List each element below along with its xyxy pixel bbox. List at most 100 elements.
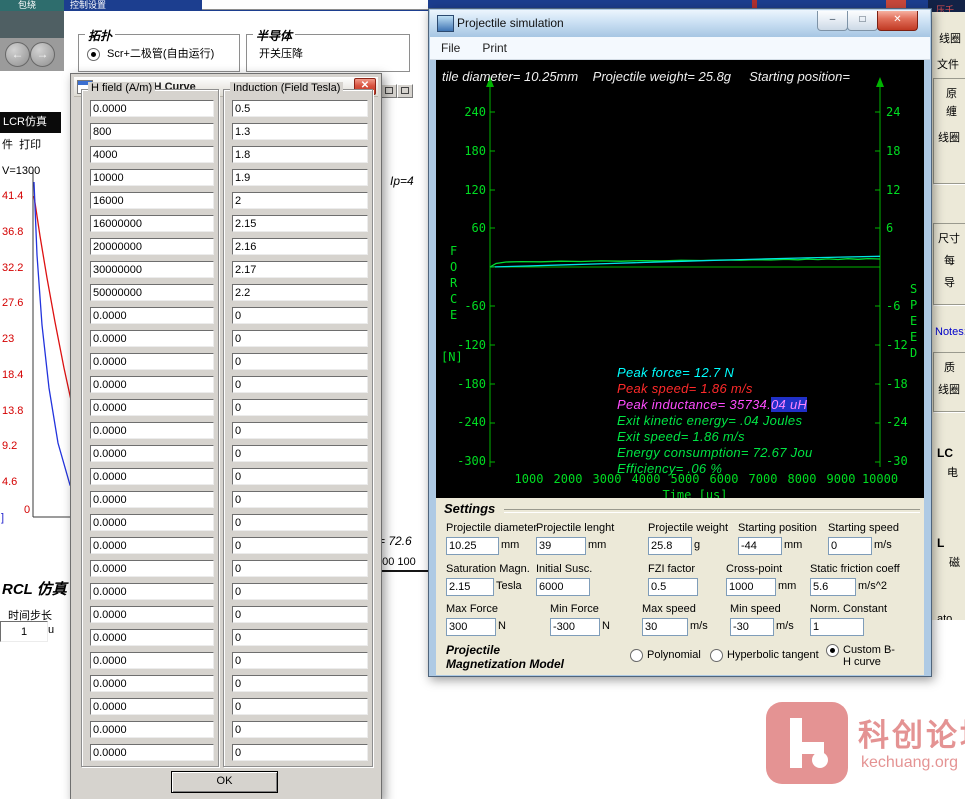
induction-input-11[interactable]: [232, 353, 368, 370]
h-field-input-19[interactable]: [90, 537, 214, 554]
h-field-input-8[interactable]: [90, 284, 214, 301]
close-button[interactable]: ✕: [877, 11, 918, 31]
induction-input-25[interactable]: [232, 675, 368, 692]
h-field-input-28[interactable]: [90, 744, 214, 761]
left-chart-tick: 32.2: [2, 262, 23, 274]
settings-input-max-speed[interactable]: [642, 618, 688, 636]
settings-input-initial-susc-[interactable]: [536, 578, 590, 596]
lcr-tab[interactable]: LCR仿真: [0, 112, 61, 133]
h-field-input-21[interactable]: [90, 583, 214, 600]
topology-radio[interactable]: [87, 48, 100, 61]
settings-input-projectile-weight[interactable]: [648, 537, 692, 555]
nav-back-button[interactable]: ←: [5, 42, 30, 67]
menu-file[interactable]: File: [430, 41, 471, 55]
h-field-input-6[interactable]: [90, 238, 214, 255]
induction-input-8[interactable]: [232, 284, 368, 301]
h-field-input-14[interactable]: [90, 422, 214, 439]
induction-input-5[interactable]: [232, 215, 368, 232]
induction-input-19[interactable]: [232, 537, 368, 554]
induction-input-23[interactable]: [232, 629, 368, 646]
induction-input-28[interactable]: [232, 744, 368, 761]
settings-input-min-speed[interactable]: [730, 618, 774, 636]
sim-menubar: File Print: [430, 37, 930, 60]
induction-input-2[interactable]: [232, 146, 368, 163]
induction-input-14[interactable]: [232, 422, 368, 439]
settings-input-projectile-lenght[interactable]: [536, 537, 586, 555]
induction-input-6[interactable]: [232, 238, 368, 255]
settings-field-unit: m/s: [874, 539, 892, 551]
induction-input-16[interactable]: [232, 468, 368, 485]
h-field-input-24[interactable]: [90, 652, 214, 669]
h-field-input-23[interactable]: [90, 629, 214, 646]
settings-input-saturation-magn-[interactable]: [446, 578, 494, 596]
bg-window-button-1[interactable]: [381, 84, 397, 98]
settings-input-static-friction-coeff[interactable]: [810, 578, 856, 596]
induction-input-18[interactable]: [232, 514, 368, 531]
minimize-button[interactable]: –: [817, 11, 848, 31]
h-field-input-13[interactable]: [90, 399, 214, 416]
chart-annotation: Peak inductance= 35734.04 uH: [617, 397, 807, 412]
h-field-input-0[interactable]: [90, 100, 214, 117]
settings-input-fzi-factor[interactable]: [648, 578, 698, 596]
radio-circle[interactable]: [826, 644, 839, 657]
h-field-input-16[interactable]: [90, 468, 214, 485]
induction-input-9[interactable]: [232, 307, 368, 324]
induction-input-20[interactable]: [232, 560, 368, 577]
h-field-input-2[interactable]: [90, 146, 214, 163]
settings-input-projectile-diameter[interactable]: [446, 537, 499, 555]
induction-input-15[interactable]: [232, 445, 368, 462]
induction-input-4[interactable]: [232, 192, 368, 209]
h-field-input-5[interactable]: [90, 215, 214, 232]
left-chart-tick: 9.2: [2, 440, 17, 452]
induction-input-22[interactable]: [232, 606, 368, 623]
h-field-input-4[interactable]: [90, 192, 214, 209]
induction-input-26[interactable]: [232, 698, 368, 715]
induction-input-7[interactable]: [232, 261, 368, 278]
taskbar-input-fragment[interactable]: [202, 0, 428, 10]
h-field-input-12[interactable]: [90, 376, 214, 393]
maximize-button[interactable]: □: [847, 11, 878, 31]
radio-custom-b-h-curve[interactable]: Custom B-H curve: [826, 644, 902, 668]
bg-window-button-2[interactable]: [397, 84, 413, 98]
induction-input-24[interactable]: [232, 652, 368, 669]
settings-input-norm-constant[interactable]: [810, 618, 864, 636]
nav-forward-button[interactable]: →: [30, 42, 55, 67]
h-field-input-20[interactable]: [90, 560, 214, 577]
h-field-input-27[interactable]: [90, 721, 214, 738]
induction-input-21[interactable]: [232, 583, 368, 600]
induction-input-0[interactable]: [232, 100, 368, 117]
h-field-input-7[interactable]: [90, 261, 214, 278]
settings-input-starting-speed[interactable]: [828, 537, 872, 555]
radio-circle[interactable]: [710, 649, 723, 662]
ok-button[interactable]: OK: [171, 771, 278, 793]
radio-circle[interactable]: [630, 649, 643, 662]
h-field-input-1[interactable]: [90, 123, 214, 140]
settings-input-min-force[interactable]: [550, 618, 600, 636]
h-field-input-11[interactable]: [90, 353, 214, 370]
h-field-input-22[interactable]: [90, 606, 214, 623]
h-field-input-9[interactable]: [90, 307, 214, 324]
h-field-input-3[interactable]: [90, 169, 214, 186]
menu-print[interactable]: Print: [471, 41, 518, 55]
induction-input-3[interactable]: [232, 169, 368, 186]
timestep-input[interactable]: [0, 621, 48, 642]
h-field-input-15[interactable]: [90, 445, 214, 462]
induction-input-12[interactable]: [232, 376, 368, 393]
induction-input-27[interactable]: [232, 721, 368, 738]
h-field-input-17[interactable]: [90, 491, 214, 508]
induction-input-13[interactable]: [232, 399, 368, 416]
settings-field-label: Projectile lenght: [536, 522, 614, 534]
topology-groupbox: 拓扑 Scr+二极管(自由运行): [78, 34, 240, 72]
settings-input-starting-position[interactable]: [738, 537, 782, 555]
h-field-input-26[interactable]: [90, 698, 214, 715]
right-menu-coil[interactable]: 线圈: [939, 30, 961, 46]
h-field-input-25[interactable]: [90, 675, 214, 692]
h-field-input-18[interactable]: [90, 514, 214, 531]
right-menu-file[interactable]: 文件: [937, 56, 959, 72]
settings-input-max-force[interactable]: [446, 618, 496, 636]
induction-input-10[interactable]: [232, 330, 368, 347]
settings-input-cross-point[interactable]: [726, 578, 776, 596]
h-field-input-10[interactable]: [90, 330, 214, 347]
induction-input-1[interactable]: [232, 123, 368, 140]
induction-input-17[interactable]: [232, 491, 368, 508]
